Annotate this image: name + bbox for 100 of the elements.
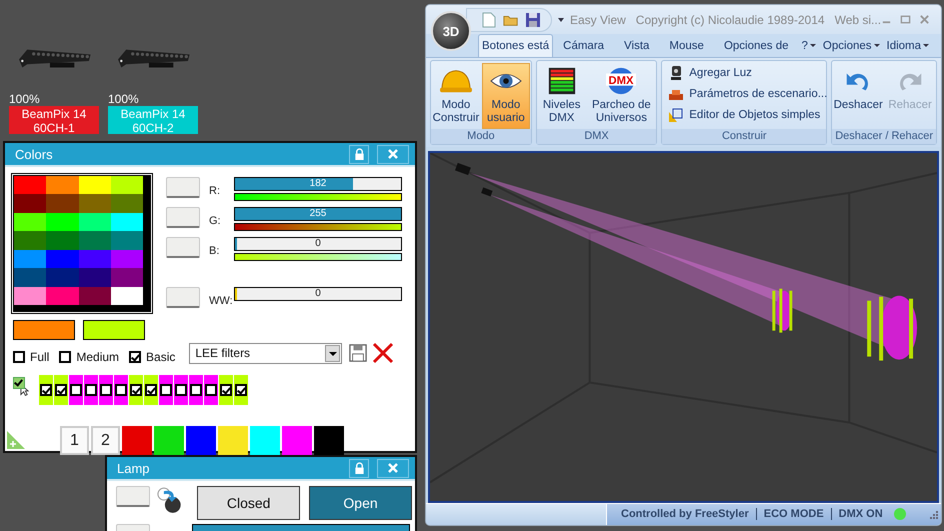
color-swatch[interactable]: [14, 250, 46, 268]
color-swatch[interactable]: [110, 176, 143, 194]
color-swatch[interactable]: [110, 194, 143, 213]
ribbon-button[interactable]: Deshacer: [834, 63, 882, 130]
menu-dropdown[interactable]: Idioma: [884, 34, 934, 58]
preset-color-swatch[interactable]: [122, 426, 152, 455]
color-swatch[interactable]: [110, 212, 143, 232]
preset-button[interactable]: 1: [60, 426, 89, 455]
preset-color-swatch[interactable]: [186, 426, 216, 455]
ribbon-button[interactable]: Parámetros de escenario...: [668, 84, 828, 104]
filter-dropdown[interactable]: LEE filters: [189, 342, 342, 364]
color-swatch[interactable]: [78, 250, 111, 268]
close-icon[interactable]: [919, 14, 930, 26]
color-swatch[interactable]: [46, 176, 78, 194]
checkbox[interactable]: [13, 351, 25, 363]
color-swatch[interactable]: [46, 231, 78, 250]
channel-slider[interactable]: 255: [234, 207, 402, 221]
ribbon-button[interactable]: Modo usuario: [482, 63, 530, 130]
close-icon: [387, 463, 399, 473]
color-swatch[interactable]: [78, 286, 111, 305]
ribbon-button[interactable]: Editor de Objetos simples: [668, 105, 820, 126]
color-swatch[interactable]: [78, 176, 111, 194]
save-icon[interactable]: [349, 344, 368, 362]
maximize-icon[interactable]: [900, 14, 912, 26]
preset-color-swatch[interactable]: [154, 426, 184, 455]
save-icon[interactable]: [525, 12, 541, 28]
color-swatch[interactable]: [78, 268, 111, 287]
channel-slider[interactable]: 0: [234, 237, 402, 251]
color-swatch[interactable]: [46, 212, 78, 232]
channel-label: R:: [208, 184, 221, 197]
preset-color-swatch[interactable]: [250, 426, 280, 455]
delete-icon[interactable]: [372, 342, 394, 364]
ribbon-tab[interactable]: Opciones de: [714, 34, 799, 58]
ribbon-tab[interactable]: Cámara: [553, 34, 614, 58]
new-file-icon[interactable]: [481, 12, 497, 28]
pixel-toggle[interactable]: [159, 375, 173, 405]
lock-button[interactable]: [349, 144, 369, 164]
pixel-toggle[interactable]: [114, 375, 128, 405]
color-swatch[interactable]: [14, 194, 46, 213]
menu-dropdown[interactable]: Opciones: [820, 34, 884, 58]
current-color-swatch[interactable]: [13, 320, 75, 340]
pixel-toggle[interactable]: [129, 375, 143, 405]
preset-color-swatch[interactable]: [282, 426, 312, 455]
select-all-checkbox[interactable]: [13, 377, 25, 389]
pixel-toggle[interactable]: [84, 375, 98, 405]
ribbon-tab[interactable]: Mouse: [659, 34, 714, 58]
color-swatch[interactable]: [14, 268, 46, 287]
pixel-toggle[interactable]: [189, 375, 203, 405]
color-swatch[interactable]: [46, 194, 78, 213]
pixel-toggle[interactable]: [144, 375, 158, 405]
color-swatch[interactable]: [14, 212, 46, 232]
color-swatch[interactable]: [14, 286, 46, 305]
toggle-icon: [156, 486, 182, 514]
ribbon-button[interactable]: Agregar Luz: [668, 63, 752, 84]
color-swatch[interactable]: [78, 194, 111, 213]
color-swatch[interactable]: [46, 286, 78, 305]
ribbon-tab[interactable]: Vista: [614, 34, 660, 58]
color-swatch[interactable]: [14, 176, 46, 194]
lock-button[interactable]: [349, 458, 369, 478]
pixel-toggle[interactable]: [219, 375, 233, 405]
preset-color-swatch[interactable]: [314, 426, 344, 455]
pixel-toggle[interactable]: [99, 375, 113, 405]
color-swatch[interactable]: [78, 231, 111, 250]
color-swatch[interactable]: [46, 268, 78, 287]
channel-button[interactable]: [166, 287, 200, 308]
pixel-toggle[interactable]: [234, 375, 248, 405]
checkbox[interactable]: [59, 351, 72, 363]
channel-button[interactable]: [166, 237, 200, 258]
ribbon-button[interactable]: DMX Parcheo de Universos: [587, 63, 656, 130]
pixel-toggle[interactable]: [204, 375, 218, 405]
current-color-swatch[interactable]: [83, 320, 145, 340]
color-swatch[interactable]: [46, 250, 78, 268]
color-swatch[interactable]: [110, 268, 143, 287]
channel-button[interactable]: [116, 486, 150, 507]
menu-dropdown[interactable]: ?: [798, 34, 820, 58]
close-button[interactable]: [377, 458, 409, 478]
color-swatch[interactable]: [78, 212, 111, 232]
channel-slider[interactable]: 0: [234, 287, 402, 301]
pixel-toggle[interactable]: [69, 375, 83, 405]
shutter-button[interactable]: Open: [309, 486, 412, 520]
ribbon-button[interactable]: Niveles DMX: [538, 63, 586, 130]
pixel-toggle[interactable]: [54, 375, 68, 405]
shutter-button[interactable]: Closed: [197, 486, 300, 520]
color-swatch[interactable]: [110, 231, 143, 250]
pixel-toggle[interactable]: [39, 375, 53, 405]
preset-button[interactable]: 2: [91, 426, 120, 455]
ribbon-tab[interactable]: Botones está: [478, 34, 554, 58]
channel-button[interactable]: [166, 177, 200, 198]
channel-button[interactable]: [166, 207, 200, 228]
fixture-label[interactable]: BeamPix 14 60CH-1: [9, 106, 99, 134]
resize-grip-icon[interactable]: [928, 509, 938, 520]
color-swatch[interactable]: [110, 250, 143, 268]
pixel-toggle[interactable]: [174, 375, 188, 405]
close-button[interactable]: [377, 144, 409, 164]
checkbox-label: Basic: [146, 350, 176, 364]
ribbon-button[interactable]: Modo Construir: [432, 63, 480, 130]
color-swatch[interactable]: [14, 231, 46, 250]
channel-slider[interactable]: 182: [234, 177, 402, 191]
checkbox[interactable]: [129, 351, 142, 363]
preset-color-swatch[interactable]: [218, 426, 248, 455]
